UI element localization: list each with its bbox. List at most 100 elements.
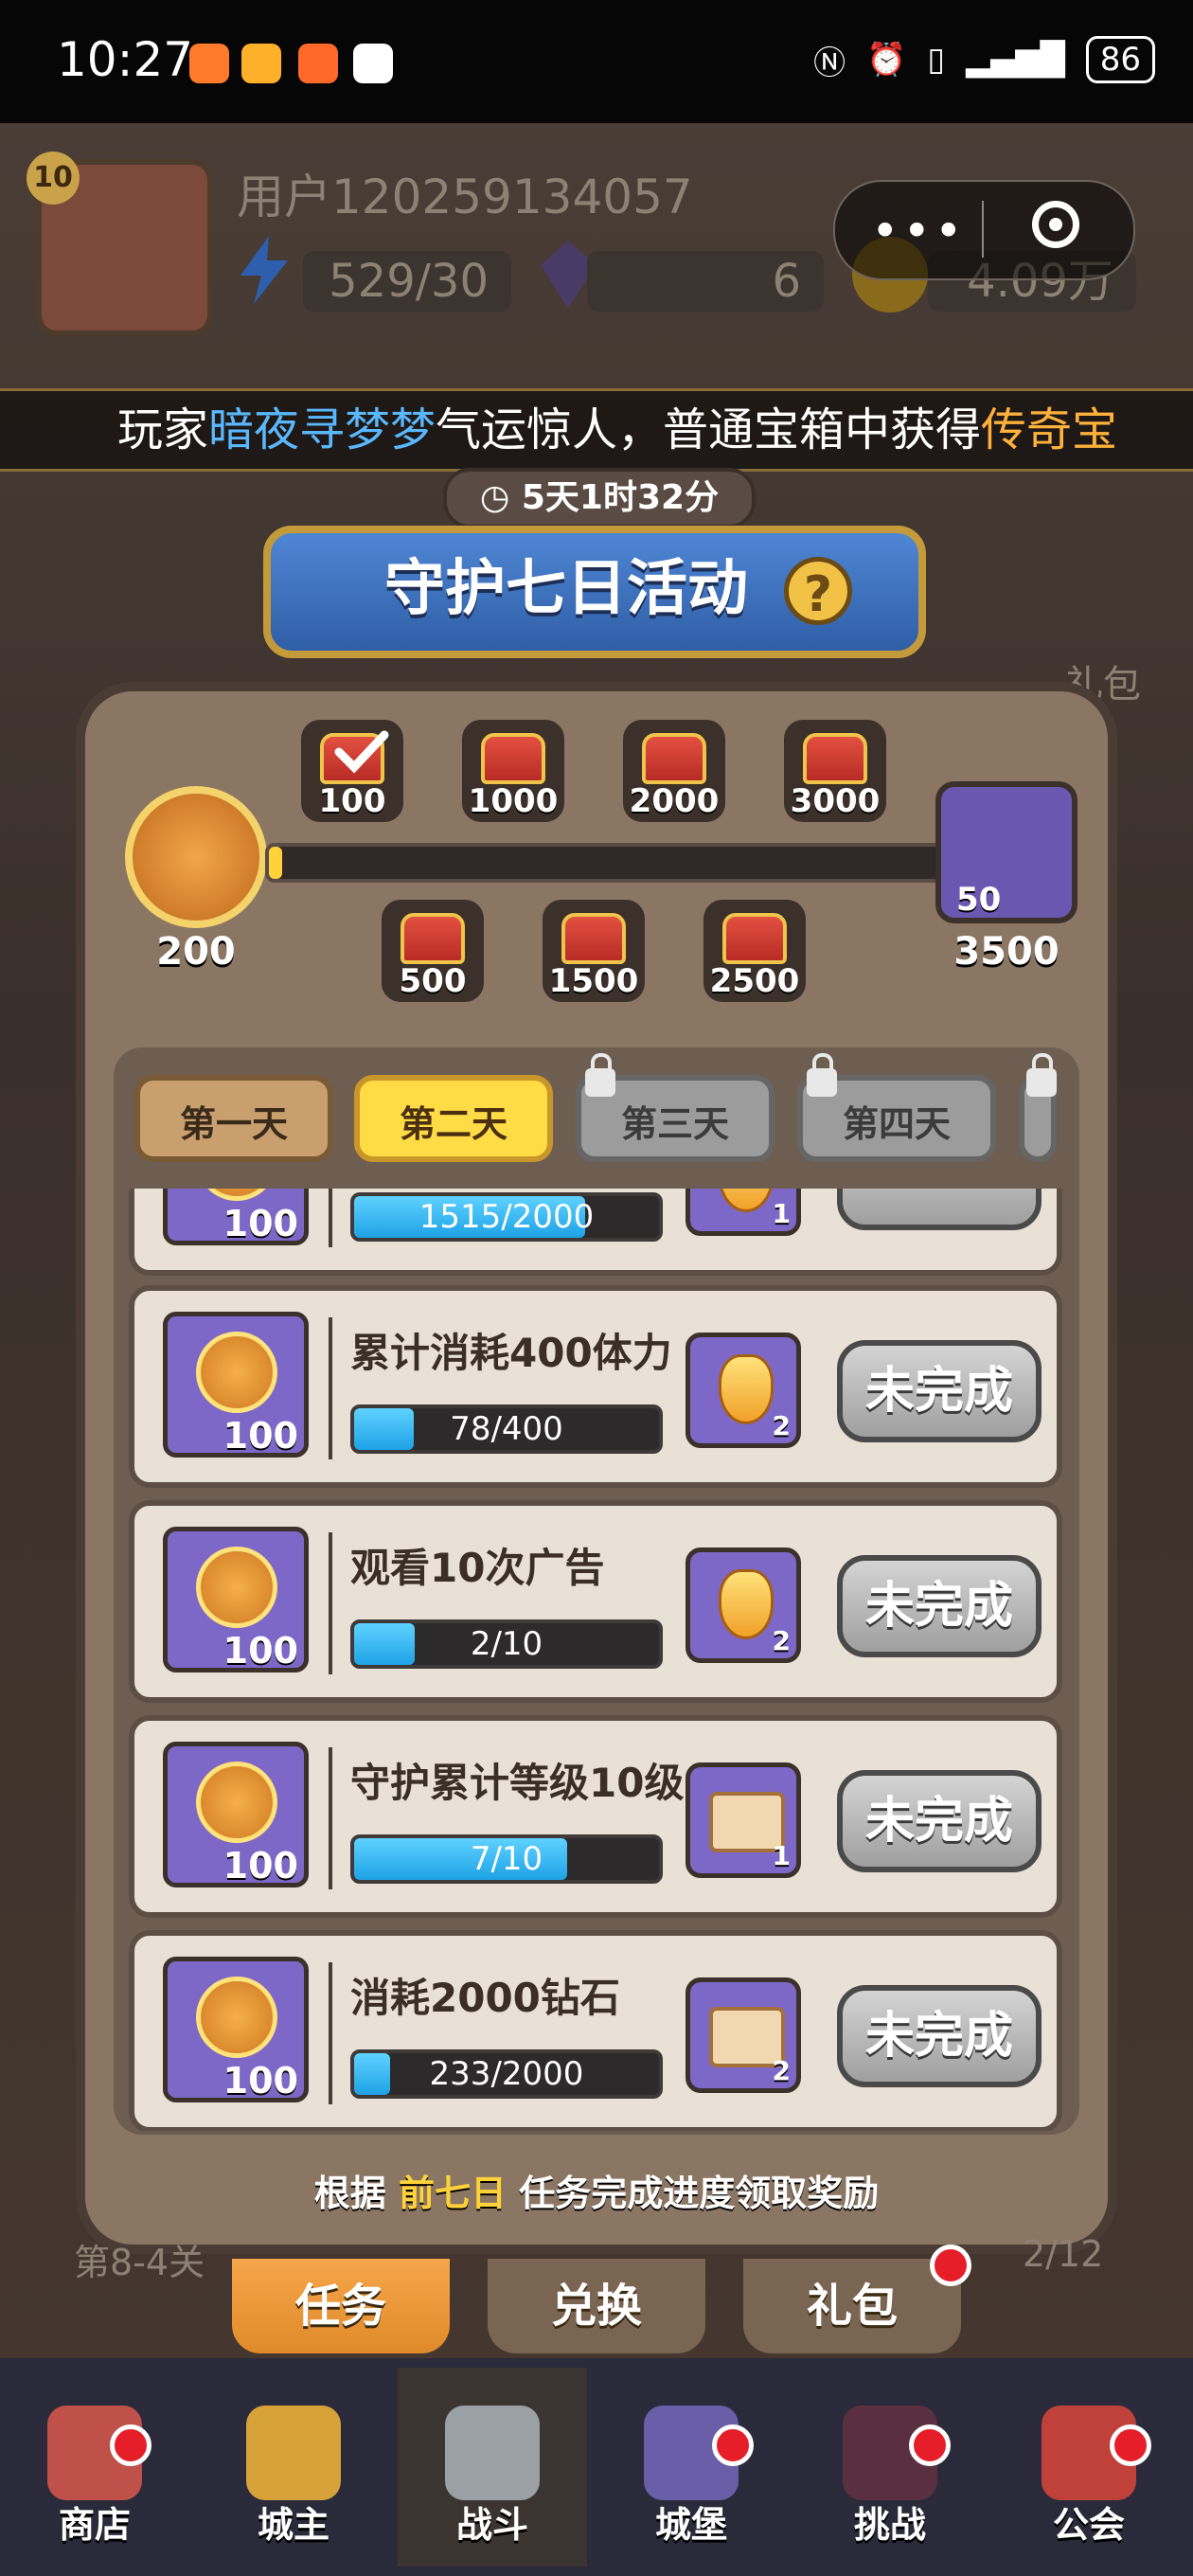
app-notification-icon [298, 44, 338, 83]
nav-label: 城堡 [654, 2504, 727, 2546]
treasure-chest-icon [401, 913, 465, 964]
tab-day-1[interactable]: 第一天 [134, 1075, 333, 1162]
notification-dot [110, 2424, 151, 2466]
chest-label: 100 [318, 782, 386, 820]
chest-label: 1500 [548, 962, 639, 1000]
app-notification-icon [353, 44, 393, 83]
marquee-player: 暗夜寻梦梦 [208, 403, 436, 456]
task-status-button[interactable]: 未完成 [837, 1770, 1042, 1872]
nav-battle[interactable]: 战斗 [398, 2368, 587, 2567]
broadcast-marquee: 玩家暗夜寻梦梦气运惊人，普通宝箱中获得传奇宝 [0, 388, 1193, 472]
lock-icon [807, 1053, 837, 1097]
nav-challenge[interactable]: 挑战 [795, 2368, 985, 2567]
signal-icon: ▂▄▆█ [966, 41, 1065, 79]
medal-icon [196, 1332, 277, 1413]
nav-label: 城主 [257, 2504, 329, 2546]
divider [329, 1747, 332, 1889]
milestone-chest-100[interactable]: 100 [301, 720, 403, 822]
treasure-chest-icon [481, 733, 545, 784]
task-medal-reward: 100 [163, 1312, 309, 1458]
task-row: 100 累计消耗400体力 78/400 2 未完成 [129, 1285, 1062, 1488]
tab-gift[interactable]: 礼包 [743, 2259, 961, 2353]
task-progress-text: 78/400 [450, 1410, 563, 1448]
medal-count: 200 [156, 930, 236, 974]
footer-text: 根据 [313, 2173, 386, 2214]
milestone-chest-2000[interactable]: 2000 [623, 720, 725, 822]
medal-amount: 100 [223, 1845, 298, 1887]
gem-icon [719, 1569, 774, 1639]
milestone-chest-2500[interactable]: 2500 [703, 900, 806, 1002]
divider [329, 1189, 332, 1247]
energy-icon[interactable] [227, 232, 303, 308]
app-notification-icon [189, 44, 229, 83]
task-item-reward: 2 [686, 1333, 801, 1448]
status-icons: Ⓝ ⏰ ▯ ▂▄▆█ 86 [813, 36, 1155, 83]
tab-exchange[interactable]: 兑换 [488, 2259, 705, 2353]
alarm-icon: ⏰ [866, 41, 907, 79]
reward-count: 2 [772, 2055, 791, 2086]
checkmark-icon [334, 730, 389, 774]
task-list[interactable]: 100 1515/2000 1 100 累计消耗400体力 78/400 2 未… [129, 1189, 1062, 2131]
task-title: 累计消耗400体力 [350, 1330, 672, 1376]
marquee-middle: 气运惊人，普通宝箱中获得 [436, 403, 982, 456]
event-timer: ◷ 5天1时32分 [443, 468, 756, 528]
task-status-button[interactable]: 未完成 [837, 1340, 1042, 1442]
event-progress-track [265, 843, 956, 883]
medal-icon [196, 1189, 277, 1201]
gem-icon [719, 1189, 774, 1212]
tab-tasks[interactable]: 任务 [232, 2259, 450, 2353]
chest-label: 2500 [709, 962, 800, 1000]
help-button[interactable]: ? [784, 557, 852, 625]
event-progress-fill [269, 847, 283, 879]
nfc-icon: Ⓝ [813, 44, 846, 82]
milestone-chest-3000[interactable]: 3000 [784, 720, 886, 822]
crown-icon [246, 2406, 341, 2500]
task-medal-reward: 100 [163, 1189, 309, 1245]
task-title: 观看10次广告 [350, 1545, 605, 1591]
lock-icon [1026, 1053, 1057, 1097]
event-title: 守护七日活动 [384, 554, 748, 624]
nav-guild[interactable]: 公会 [994, 2368, 1184, 2567]
milestone-chest-1500[interactable]: 1500 [543, 900, 645, 1002]
task-status-button[interactable]: 未完成 [837, 1985, 1042, 2087]
task-item-reward: 1 [686, 1762, 801, 1878]
close-miniprogram-icon[interactable] [1032, 201, 1079, 248]
task-medal-reward: 100 [163, 1742, 309, 1887]
chest-label: 2000 [629, 782, 720, 820]
lock-icon [585, 1053, 615, 1097]
task-row: 100 守护累计等级10级 7/10 1 未完成 [129, 1715, 1062, 1918]
task-claim-button[interactable] [837, 1189, 1042, 1230]
task-status-button[interactable]: 未完成 [837, 1555, 1042, 1657]
task-row: 100 消耗2000钻石 233/2000 2 未完成 [129, 1930, 1062, 2131]
nav-label: 商店 [58, 2504, 131, 2546]
task-medal-reward: 100 [163, 1957, 309, 2102]
footer-highlight: 前七日 [398, 2173, 507, 2214]
reward-count: 2 [772, 1625, 791, 1656]
task-medal-reward: 100 [163, 1527, 309, 1673]
nav-shop[interactable]: 商店 [0, 2368, 189, 2567]
vibrate-icon: ▯ [927, 41, 946, 79]
milestone-chest-500[interactable]: 500 [382, 900, 484, 1002]
notification-dot [712, 2424, 754, 2466]
swords-icon [445, 2406, 540, 2500]
event-footer-note: 根据 前七日 任务完成进度领取奖励 [114, 2164, 1079, 2216]
more-options-icon[interactable]: ••• [871, 204, 966, 259]
task-title: 消耗2000钻石 [350, 1975, 620, 2021]
tab-day-2[interactable]: 第二天 [354, 1075, 553, 1162]
medal-icon [196, 1547, 277, 1628]
clock: 10:27 [57, 32, 194, 87]
final-reward-threshold: 3500 [953, 930, 1059, 974]
notification-dot [930, 2245, 971, 2286]
nav-castle[interactable]: 城堡 [596, 2368, 786, 2567]
task-title: 守护累计等级10级 [350, 1760, 685, 1806]
medal-icon [196, 1977, 277, 2058]
reward-count: 2 [772, 1410, 791, 1441]
gem-counter: 6 [587, 251, 824, 312]
milestone-chest-1000[interactable]: 1000 [462, 720, 564, 822]
nav-lord[interactable]: 城主 [199, 2368, 388, 2567]
battery-indicator: 86 [1085, 36, 1155, 83]
task-progress-text: 233/2000 [429, 2055, 584, 2093]
task-progress-text: 2/10 [470, 1625, 543, 1663]
medal-amount: 100 [223, 2060, 298, 2102]
medal-amount: 100 [223, 1203, 298, 1244]
